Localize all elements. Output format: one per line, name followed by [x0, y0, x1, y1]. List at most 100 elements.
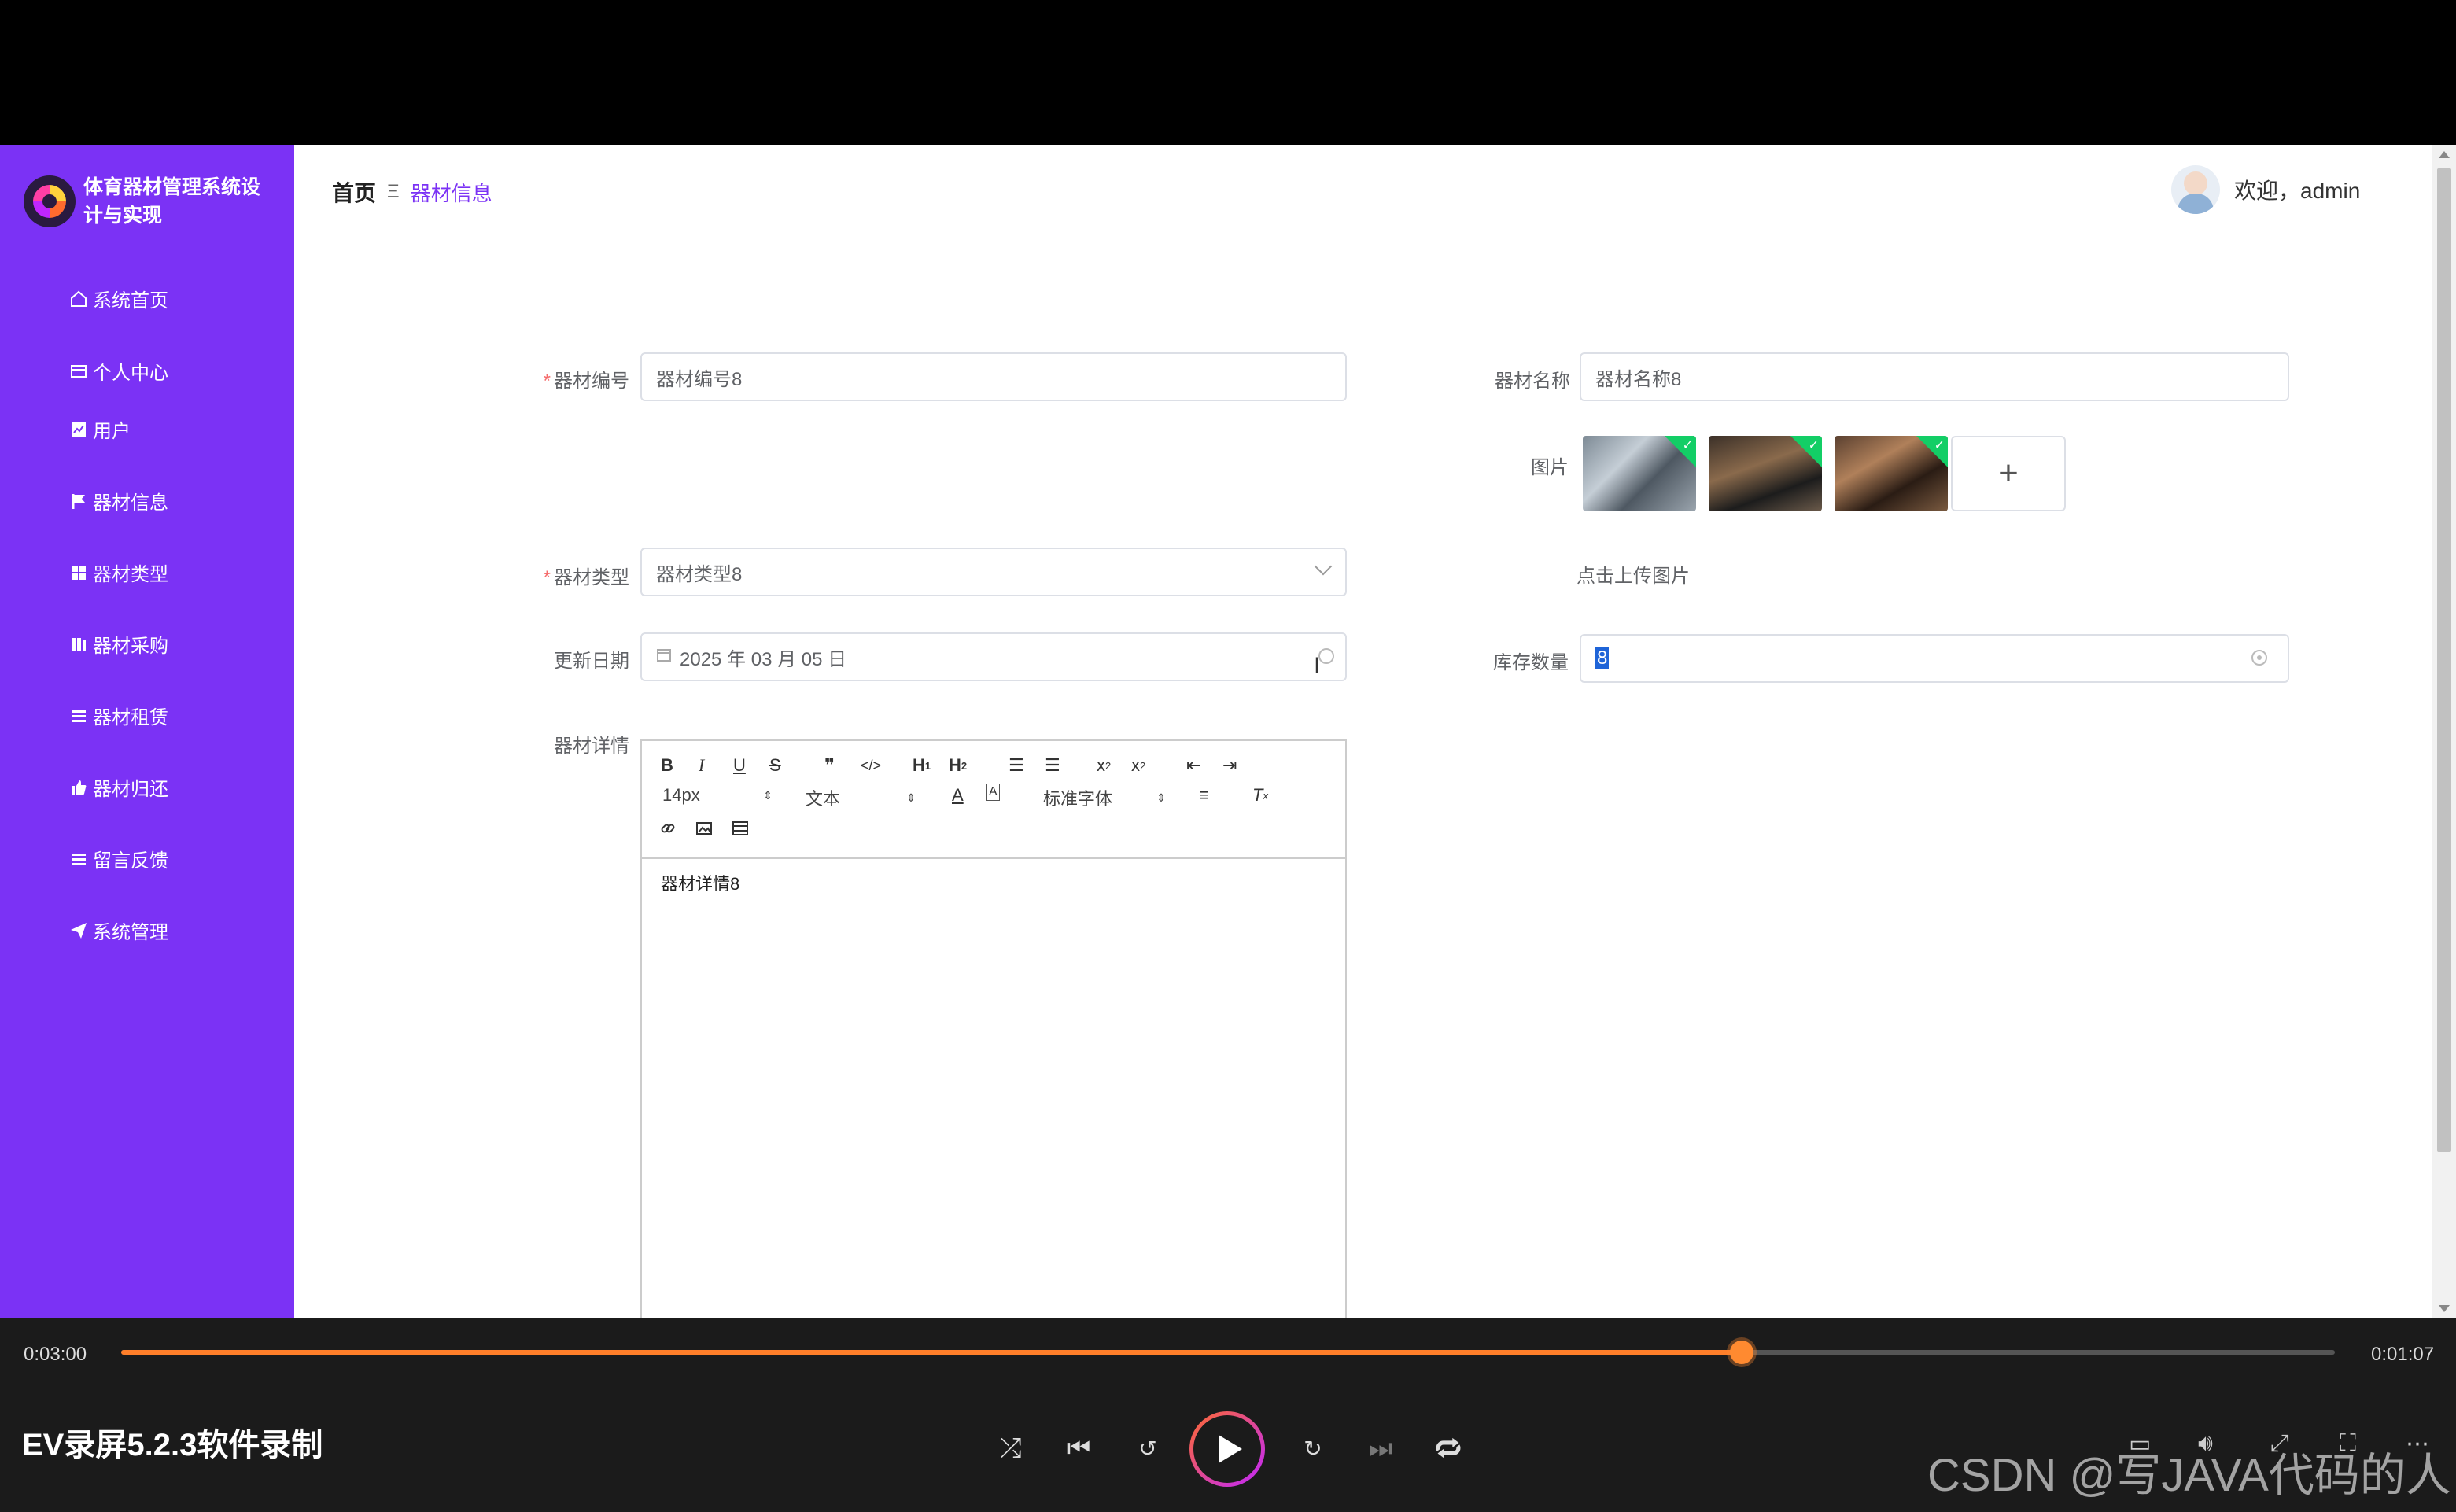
app-window: 体育器材管理系统设计与实现 系统首页 个人中心 用户 器材信息 器材类型 器材采… [0, 145, 2456, 1318]
scroll-up-icon[interactable] [2439, 151, 2450, 158]
stock-input[interactable]: 8 [1580, 634, 2289, 683]
heading2-button[interactable]: H2 [949, 754, 967, 777]
send-icon [68, 920, 90, 942]
shuffle-icon[interactable]: ⤮ [991, 1429, 1031, 1468]
background-color-button[interactable]: A [986, 784, 1000, 801]
card-icon [68, 360, 90, 382]
list-icon [68, 848, 90, 870]
sidebar-item-system-management[interactable]: 系统管理 [68, 916, 168, 944]
sidebar-item-label: 用户 [93, 421, 131, 442]
scroll-down-icon[interactable] [2439, 1305, 2450, 1312]
type-label: * 器材类型 [543, 567, 629, 588]
images-label: 图片 [1531, 457, 1569, 478]
next-icon[interactable]: ⏭ [1361, 1429, 1400, 1468]
brand-title: 体育器材管理系统设计与实现 [83, 176, 261, 227]
bold-button[interactable]: B [661, 754, 673, 777]
link-button[interactable] [659, 817, 677, 840]
outdent-button[interactable]: ⇤ [1186, 754, 1200, 777]
heading1-button[interactable]: H1 [913, 754, 931, 777]
font-family-value: 标准字体 [1043, 789, 1113, 809]
subscript-button[interactable]: x2 [1097, 754, 1111, 777]
equipment-image-2[interactable]: ✓ [1709, 436, 1822, 511]
flag-icon [68, 490, 90, 512]
sidebar-item-personal-center[interactable]: 个人中心 [68, 357, 168, 385]
required-mark: * [543, 371, 551, 392]
sidebar-item-equipment-return[interactable]: 器材归还 [68, 773, 168, 801]
link-icon [661, 824, 675, 833]
user-menu[interactable]: 欢迎，admin [2171, 165, 2360, 214]
sidebar-item-feedback[interactable]: 留言反馈 [68, 845, 168, 872]
chevron-down-icon [1314, 557, 1333, 576]
avatar[interactable] [2171, 165, 2220, 214]
align-button[interactable]: ≡ [1199, 784, 1209, 807]
sidebar-item-label: 个人中心 [93, 363, 168, 384]
stock-label: 库存数量 [1493, 652, 1569, 673]
calendar-icon [656, 646, 672, 668]
sidebar-item-equipment-rental[interactable]: 器材租赁 [68, 702, 168, 729]
editor-content-text: 器材详情8 [661, 874, 740, 894]
sidebar-item-equipment-purchase[interactable]: 器材采购 [68, 630, 168, 658]
detail-label: 器材详情 [554, 736, 629, 757]
sidebar-item-label: 器材租赁 [93, 707, 168, 728]
play-button[interactable] [1189, 1411, 1265, 1487]
progress-bar[interactable] [121, 1341, 2335, 1364]
check-icon: ✓ [1682, 439, 1693, 452]
clear-icon[interactable] [2250, 648, 2269, 673]
rewind-icon[interactable]: ↺ [1128, 1429, 1167, 1468]
rich-text-editor: B I U S ❞ </> H1 H2 ☰ ☰ x2 x2 ⇤ ⇥ 14px ⇕ … [640, 739, 1347, 1318]
scrollbar-thumb[interactable] [2437, 168, 2451, 1152]
superscript-button[interactable]: x2 [1131, 754, 1145, 777]
sidebar-item-equipment-info[interactable]: 器材信息 [68, 487, 168, 514]
upload-button[interactable]: + [1951, 436, 2066, 511]
progress-knob[interactable] [1729, 1341, 1753, 1364]
clear-format-button[interactable]: Tx [1252, 784, 1268, 807]
equipment-image-1[interactable]: ✓ [1583, 436, 1696, 511]
date-label: 更新日期 [554, 651, 629, 672]
home-icon [68, 288, 90, 310]
blockquote-button[interactable]: ❞ [824, 754, 835, 777]
sidebar-item-label: 系统管理 [93, 922, 168, 943]
required-mark: * [543, 567, 551, 588]
black-letterbox-top [0, 0, 2456, 142]
brand: 体育器材管理系统设计与实现 [24, 173, 272, 230]
block-type-select[interactable]: 文本 ⇕ [806, 785, 916, 810]
previous-icon[interactable]: ⏮ [1059, 1429, 1098, 1468]
code-label: * 器材编号 [543, 371, 629, 392]
breadcrumb-home[interactable]: 首页 [332, 176, 376, 208]
type-select[interactable]: 器材类型8 [640, 548, 1347, 596]
editor-content[interactable]: 器材详情8 [642, 859, 1345, 906]
code-block-button[interactable]: </> [861, 754, 881, 777]
plus-icon: + [1998, 454, 2019, 492]
code-input[interactable]: 器材编号8 [640, 352, 1347, 401]
font-family-select[interactable]: 标准字体 ⇕ [1043, 785, 1166, 810]
sidebar: 体育器材管理系统设计与实现 系统首页 个人中心 用户 器材信息 器材类型 器材采… [0, 145, 294, 1318]
equipment-image-3[interactable]: ✓ [1835, 436, 1948, 511]
date-picker-value: 2025 年 03 月 05 日 [680, 648, 847, 670]
video-button[interactable] [732, 817, 749, 840]
name-input-value: 器材名称8 [1595, 368, 1682, 390]
italic-button[interactable]: I [699, 754, 704, 777]
sidebar-item-equipment-type[interactable]: 器材类型 [68, 559, 168, 586]
name-label: 器材名称 [1495, 371, 1570, 392]
scrollbar[interactable] [2432, 145, 2456, 1318]
sidebar-item-home[interactable]: 系统首页 [68, 285, 168, 312]
date-picker[interactable]: 2025 年 03 月 05 日 [640, 632, 1347, 681]
forward-30-icon[interactable]: ↻ [1293, 1429, 1333, 1468]
name-input[interactable]: 器材名称8 [1580, 352, 2289, 401]
font-color-button[interactable]: A [952, 784, 964, 807]
ordered-list-button[interactable]: ☰ [1009, 754, 1024, 777]
block-type-value: 文本 [806, 789, 841, 809]
current-time: 0:03:00 [24, 1344, 87, 1365]
image-button[interactable] [695, 817, 713, 840]
sidebar-item-users[interactable]: 用户 [68, 415, 131, 443]
grid-icon [68, 562, 90, 584]
recording-title: EV录屏5.2.3软件录制 [22, 1428, 323, 1462]
strikethrough-button[interactable]: S [769, 754, 781, 777]
breadcrumb: 首页 Ξ 器材信息 [332, 176, 492, 208]
bullet-list-button[interactable]: ☰ [1045, 754, 1060, 777]
indent-button[interactable]: ⇥ [1222, 754, 1237, 777]
breadcrumb-current: 器材信息 [410, 181, 492, 205]
font-size-select[interactable]: 14px ⇕ [662, 785, 773, 806]
underline-button[interactable]: U [733, 754, 746, 777]
repeat-icon[interactable]: 🔁︎ [1429, 1429, 1468, 1468]
